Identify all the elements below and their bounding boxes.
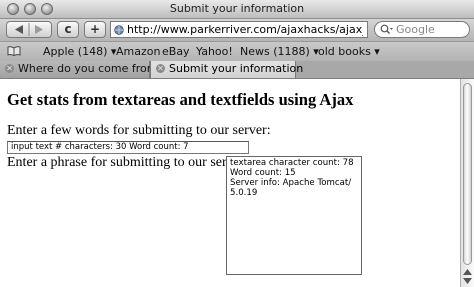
search-field[interactable]: Google [374,21,470,38]
window-title: Submit your information [169,2,305,15]
phrase-textarea[interactable]: textarea character count: 78 Word count:… [226,156,362,275]
search-icon [380,24,393,34]
scroll-up-arrow-icon[interactable] [463,269,472,275]
bookmark-old-books[interactable]: old books ▾ [318,45,380,58]
bookmark-apple[interactable]: Apple (148) ▾ [43,45,116,58]
bookmark-yahoo[interactable]: Yahoo! [196,45,233,58]
tab-submit-your-information[interactable]: ✕ Submit your information [150,61,303,78]
add-bookmark-button[interactable]: + [84,21,106,38]
bookmark-news[interactable]: News (1188) ▾ [240,45,319,58]
page-content: Get stats from textareas and textfields … [0,79,460,287]
tab-close-icon[interactable]: ✕ [5,64,14,73]
words-text-field[interactable]: input text # characters: 30 Word count: … [7,141,249,154]
reload-button[interactable]: c [57,21,79,38]
tab-bar: ✕ Where do you come from? ✕ Submit your in… [0,61,474,79]
bookmarks-bar: Apple (148) ▾ Amazon eBay Yahoo! News (1… [0,41,474,62]
address-bar[interactable]: http://www.parkerriver.com/ajaxhacks/aja… [110,21,368,38]
toolbar: c + http://www.parkerriver.com/ajaxhacks… [0,19,474,41]
plus-icon: + [89,22,101,36]
tab-label: Where do you come from? [18,62,164,75]
title-bar: Submit your information [0,0,474,19]
scrollbar-thumb[interactable] [463,83,472,265]
browser-window: Submit your information c + http://www.p… [0,0,474,287]
bookmark-amazon[interactable]: Amazon [116,45,160,58]
scroll-down-arrow-icon[interactable] [463,278,472,284]
book-icon[interactable] [7,46,21,56]
url-text[interactable]: http://www.parkerriver.com/ajaxhacks/aja… [127,23,363,36]
bookmark-ebay[interactable]: eBay [162,45,190,58]
textarea-prompt: Enter a phrase for submitting to our ser… [7,155,249,170]
textfield-prompt: Enter a few words for submitting to our … [7,123,271,138]
back-forward-arrows-icon [15,23,43,36]
tab-close-icon[interactable]: ✕ [156,64,165,73]
search-placeholder: Google [396,23,435,36]
back-forward-buttons[interactable] [6,21,52,38]
reload-icon: c [64,22,72,36]
tab-label: Submit your information [169,62,304,75]
page-heading: Get stats from textareas and textfields … [7,90,354,109]
vertical-scrollbar[interactable] [460,79,474,287]
tab-where-do-you-come-from[interactable]: ✕ Where do you come from? [0,61,163,78]
globe-icon [114,25,124,35]
